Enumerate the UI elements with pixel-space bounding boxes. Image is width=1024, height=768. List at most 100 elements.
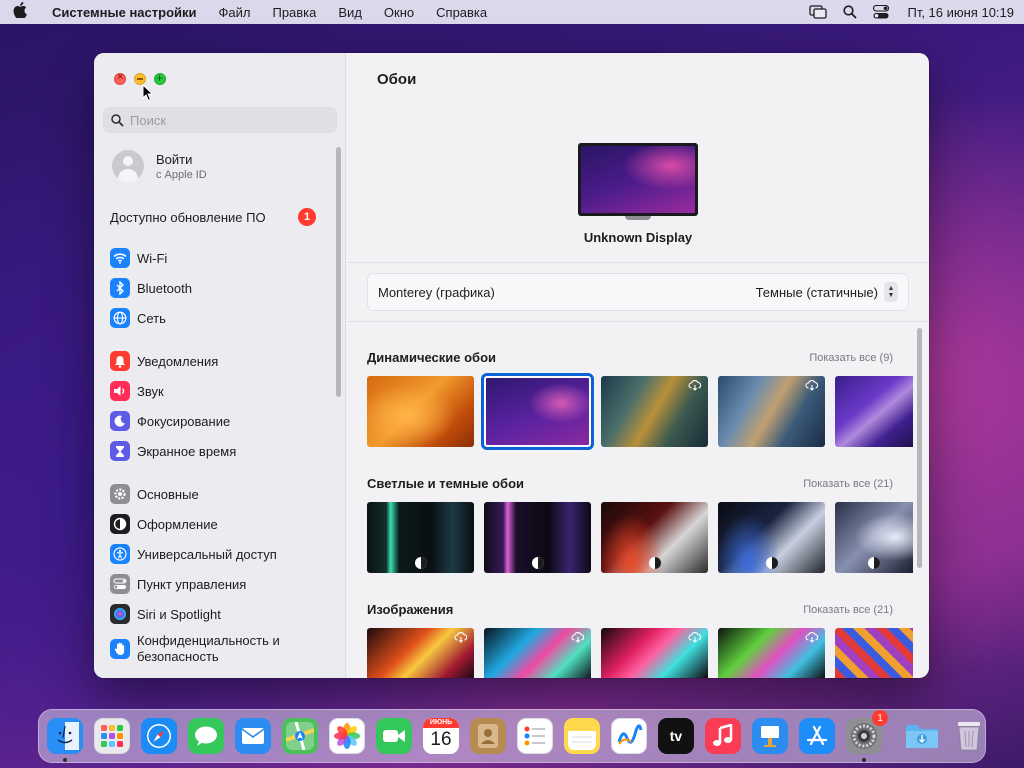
screen-mirroring-icon[interactable] bbox=[801, 5, 835, 19]
cloud-download-icon bbox=[571, 632, 585, 643]
finder-icon[interactable] bbox=[47, 718, 83, 762]
sidebar-item-label: Основные bbox=[137, 486, 199, 502]
sidebar-item-wifi[interactable]: Wi‑Fi bbox=[110, 248, 320, 268]
section-pictures-title: Изображения bbox=[367, 602, 454, 617]
window-controls bbox=[114, 71, 166, 85]
light-dark-mode-icon bbox=[531, 557, 544, 569]
wallpaper-thumb-lightdark-2[interactable] bbox=[484, 502, 591, 573]
sidebar: Поиск Войти с Apple ID Доступно обновлен… bbox=[94, 53, 346, 678]
wallpaper-thumb-lightdark-1[interactable] bbox=[367, 502, 474, 573]
calendar-day-label: 16 bbox=[430, 729, 452, 750]
moon-icon bbox=[110, 411, 130, 431]
update-badge: 1 bbox=[298, 208, 316, 226]
wallpaper-thumb-lightdark-3[interactable] bbox=[601, 502, 708, 573]
app-store-icon[interactable] bbox=[799, 718, 835, 754]
wallpaper-selector-row: Monterey (графика) Темные (статичные) ▲ ▼ bbox=[367, 273, 909, 311]
notes-icon[interactable] bbox=[564, 718, 600, 754]
accessibility-icon bbox=[110, 544, 130, 564]
safari-icon[interactable] bbox=[141, 718, 177, 754]
sidebar-item-screen-time[interactable]: Экранное время bbox=[110, 441, 320, 461]
mail-icon[interactable] bbox=[235, 718, 271, 754]
search-field[interactable]: Поиск bbox=[103, 107, 337, 133]
apple-id-signin[interactable]: Войти с Apple ID bbox=[112, 150, 207, 182]
wallpaper-thumb-dynamic-4[interactable] bbox=[718, 376, 825, 447]
messages-icon[interactable] bbox=[188, 718, 224, 754]
wallpaper-thumb-dynamic-1[interactable] bbox=[367, 376, 474, 447]
sidebar-item-bluetooth[interactable]: Bluetooth bbox=[110, 278, 320, 298]
calendar-icon[interactable]: ИЮНЬ 16 bbox=[423, 718, 459, 754]
wallpaper-thumb-dynamic-5[interactable] bbox=[835, 376, 913, 447]
wallpaper-thumb-lightdark-4[interactable] bbox=[718, 502, 825, 573]
menu-help[interactable]: Справка bbox=[425, 5, 498, 20]
wallpaper-thumb-picture-2[interactable] bbox=[484, 628, 591, 678]
sidebar-item-siri-spotlight[interactable]: Siri и Spotlight bbox=[110, 604, 320, 624]
sidebar-item-network[interactable]: Сеть bbox=[110, 308, 320, 328]
wallpaper-thumb-picture-5[interactable] bbox=[835, 628, 913, 678]
sidebar-item-accessibility[interactable]: Универсальный доступ bbox=[110, 544, 320, 564]
hand-icon bbox=[110, 639, 130, 659]
software-update-label: Доступно обновление ПО bbox=[110, 209, 266, 225]
keynote-icon[interactable] bbox=[752, 718, 788, 754]
maps-icon[interactable] bbox=[282, 718, 318, 754]
show-all-pictures-button[interactable]: Показать все (21) bbox=[803, 604, 893, 616]
cloud-download-icon bbox=[688, 380, 702, 391]
search-icon[interactable] bbox=[835, 5, 865, 19]
gear-icon bbox=[110, 484, 130, 504]
control-center-icon[interactable] bbox=[865, 5, 897, 19]
software-update-item[interactable]: Доступно обновление ПО 1 bbox=[110, 208, 316, 226]
freeform-icon[interactable] bbox=[611, 718, 647, 754]
menu-file[interactable]: Файл bbox=[208, 5, 262, 20]
show-all-light-dark-button[interactable]: Показать все (21) bbox=[803, 478, 893, 490]
system-settings-window: Поиск Войти с Apple ID Доступно обновлен… bbox=[94, 53, 929, 678]
wallpaper-thumb-picture-1[interactable] bbox=[367, 628, 474, 678]
divider bbox=[347, 321, 929, 322]
sidebar-item-privacy-security[interactable]: Конфиденциальность и безопасность bbox=[110, 633, 320, 665]
cloud-download-icon bbox=[805, 380, 819, 391]
running-indicator bbox=[862, 758, 866, 762]
bluetooth-icon bbox=[110, 278, 130, 298]
menu-edit[interactable]: Правка bbox=[261, 5, 327, 20]
wallpaper-thumb-dynamic-2[interactable] bbox=[481, 373, 594, 450]
speaker-icon bbox=[110, 381, 130, 401]
downloads-folder-icon[interactable] bbox=[904, 718, 940, 754]
wifi-icon bbox=[110, 248, 130, 268]
menu-window[interactable]: Окно bbox=[373, 5, 425, 20]
sidebar-item-label: Пункт управления bbox=[137, 576, 247, 592]
sidebar-item-label: Экранное время bbox=[137, 443, 237, 459]
trash-icon[interactable] bbox=[951, 718, 987, 754]
menu-view[interactable]: Вид bbox=[327, 5, 373, 20]
contacts-icon[interactable] bbox=[470, 718, 506, 754]
sidebar-item-appearance[interactable]: Оформление bbox=[110, 514, 320, 534]
menu-app-name[interactable]: Системные настройки bbox=[40, 5, 208, 20]
launchpad-icon[interactable] bbox=[94, 718, 130, 754]
sidebar-scrollbar[interactable] bbox=[336, 147, 341, 397]
show-all-dynamic-button[interactable]: Показать все (9) bbox=[809, 352, 893, 364]
sidebar-item-focus[interactable]: Фокусирование bbox=[110, 411, 320, 431]
menu-clock[interactable]: Пт, 16 июня 10:19 bbox=[897, 5, 1014, 20]
photos-icon[interactable] bbox=[329, 718, 365, 754]
facetime-icon[interactable] bbox=[376, 718, 412, 754]
tv-icon[interactable]: tv bbox=[658, 718, 694, 754]
sidebar-item-label: Конфиденциальность и безопасность bbox=[137, 633, 280, 664]
wallpaper-thumb-lightdark-5[interactable] bbox=[835, 502, 913, 573]
avatar bbox=[112, 150, 144, 182]
zoom-window-button[interactable] bbox=[154, 71, 166, 85]
system-settings-icon[interactable]: 1 bbox=[846, 710, 888, 762]
apple-menu-icon[interactable] bbox=[0, 2, 40, 22]
music-icon[interactable] bbox=[705, 718, 741, 754]
sidebar-item-control-center[interactable]: Пункт управления bbox=[110, 574, 320, 594]
wallpaper-thumb-dynamic-3[interactable] bbox=[601, 376, 708, 447]
running-indicator bbox=[63, 758, 67, 762]
current-wallpaper-name: Monterey (графика) bbox=[378, 284, 495, 300]
wallpaper-thumb-picture-3[interactable] bbox=[601, 628, 708, 678]
divider bbox=[347, 262, 929, 263]
sidebar-item-general[interactable]: Основные bbox=[110, 484, 320, 504]
reminders-icon[interactable] bbox=[517, 718, 553, 754]
sidebar-item-sound[interactable]: Звук bbox=[110, 381, 320, 401]
close-window-button[interactable] bbox=[114, 71, 126, 85]
main-scrollbar[interactable] bbox=[917, 328, 922, 568]
wallpaper-mode-popup[interactable]: Темные (статичные) ▲ ▼ bbox=[756, 282, 898, 302]
wallpaper-thumb-picture-4[interactable] bbox=[718, 628, 825, 678]
sidebar-item-label: Универсальный доступ bbox=[137, 546, 277, 562]
sidebar-item-notifications[interactable]: Уведомления bbox=[110, 351, 320, 371]
